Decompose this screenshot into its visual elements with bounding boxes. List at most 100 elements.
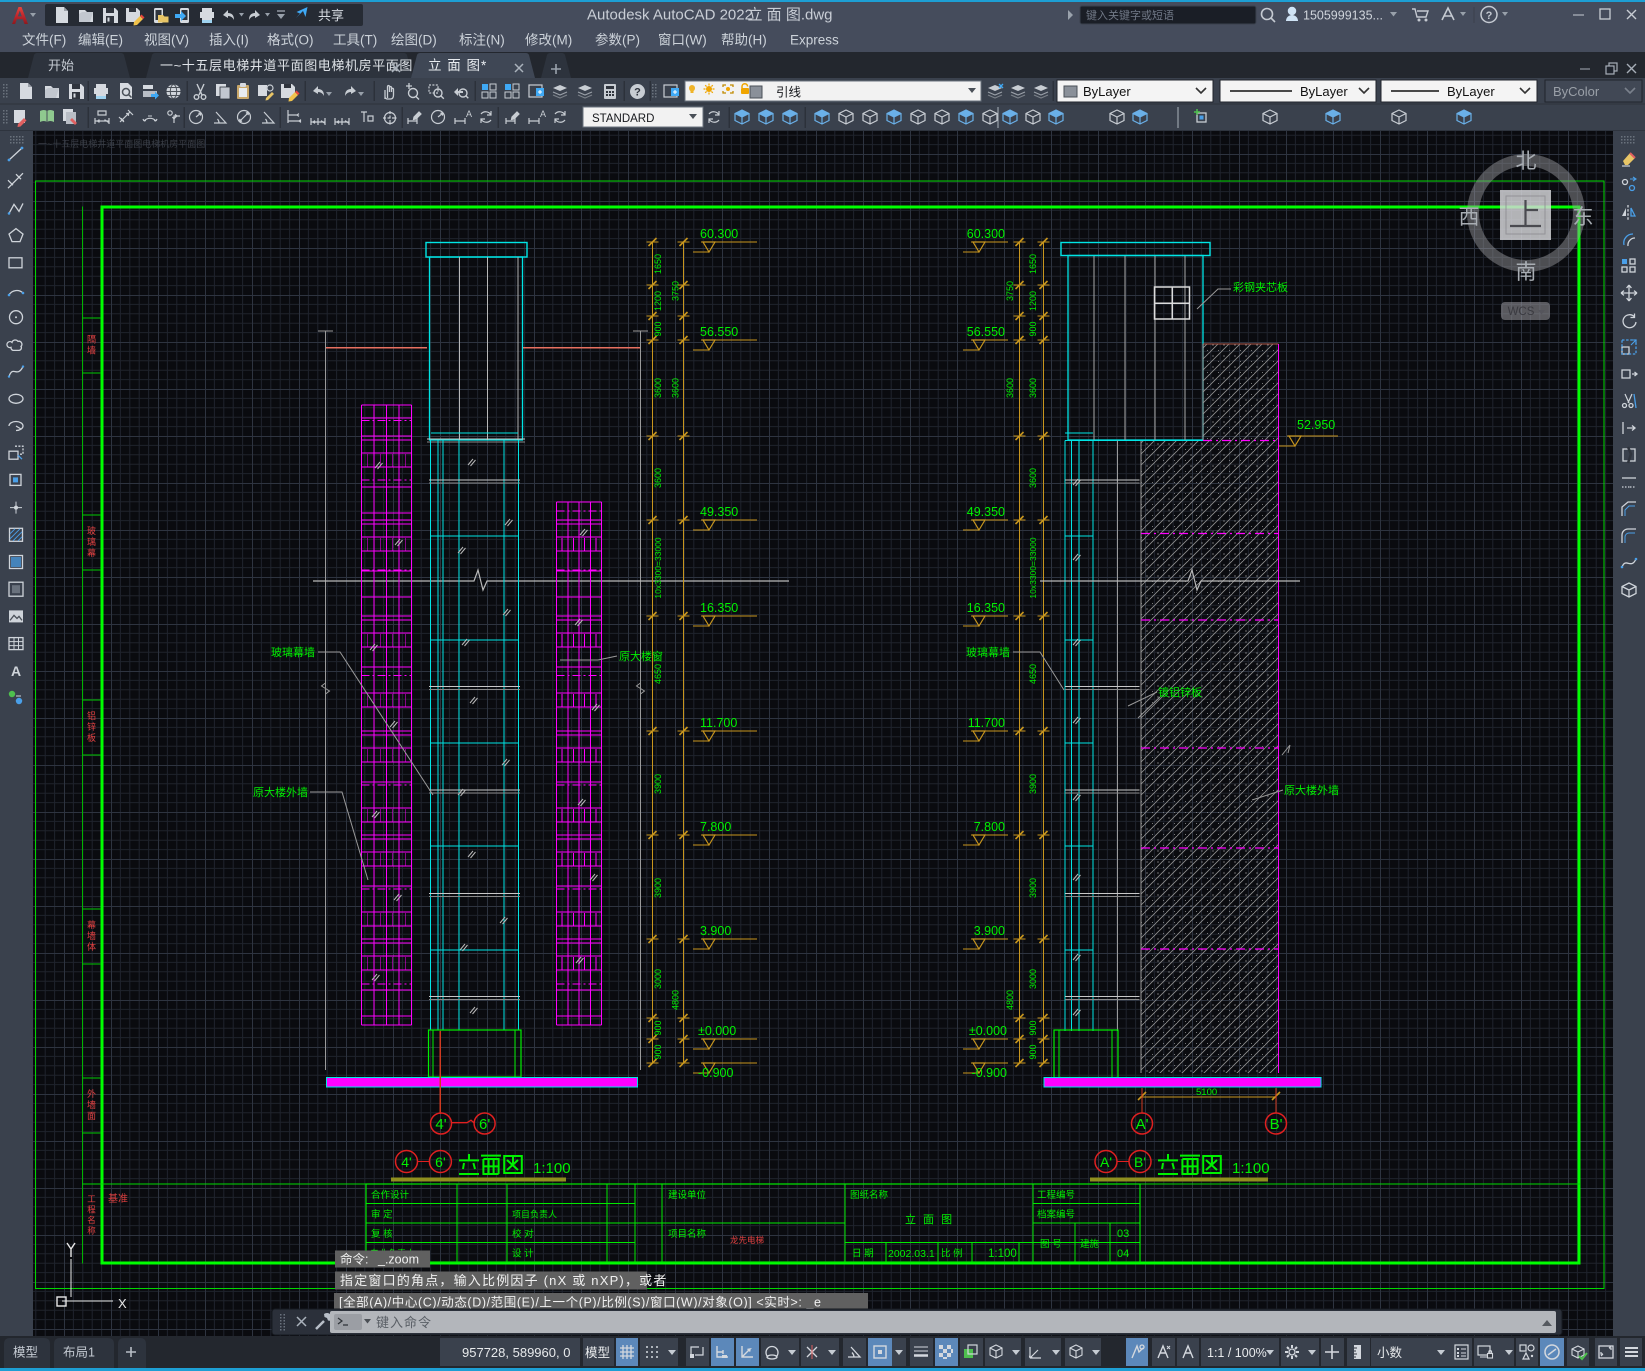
svg-text:3.900: 3.900 xyxy=(974,924,1005,938)
svg-text:B': B' xyxy=(1134,1154,1146,1170)
svg-text:面: 面 xyxy=(87,1111,96,1121)
svg-text:编辑(E): 编辑(E) xyxy=(78,33,123,48)
svg-text:日 期: 日 期 xyxy=(852,1249,874,1260)
svg-text:原大楼窗: 原大楼窗 xyxy=(619,649,663,663)
svg-text:A': A' xyxy=(1100,1154,1112,1170)
svg-text:957728, 589960, 0: 957728, 589960, 0 xyxy=(462,1345,570,1360)
svg-text:称: 称 xyxy=(87,1226,96,1236)
svg-text:璃: 璃 xyxy=(87,536,96,547)
svg-text:铝: 铝 xyxy=(87,710,96,721)
svg-text:10x3300=33000: 10x3300=33000 xyxy=(653,537,663,598)
svg-text:2002.03.1: 2002.03.1 xyxy=(888,1248,935,1260)
svg-text:3600: 3600 xyxy=(1028,468,1038,488)
svg-text:键入命令: 键入命令 xyxy=(376,1315,432,1330)
svg-text:引线: 引线 xyxy=(776,86,802,100)
svg-text:插入(I): 插入(I) xyxy=(209,33,249,48)
svg-text:16.350: 16.350 xyxy=(700,601,738,615)
svg-text:墙: 墙 xyxy=(87,345,96,356)
svg-text:命令:: 命令: xyxy=(340,1252,368,1267)
svg-text:11.700: 11.700 xyxy=(700,716,737,730)
svg-text:3600: 3600 xyxy=(653,468,663,488)
svg-text:Autodesk AutoCAD 2022: Autodesk AutoCAD 2022 xyxy=(587,7,753,24)
svg-text:[全部(A)/中心(C)/动态(D)/范围(E)/上一个(P: [全部(A)/中心(C)/动态(D)/范围(E)/上一个(P)/比例(S)/窗口… xyxy=(339,1295,822,1310)
svg-text:4800: 4800 xyxy=(1005,990,1015,1010)
svg-text:1:100: 1:100 xyxy=(1232,1160,1270,1177)
svg-text:设 计: 设 计 xyxy=(512,1248,534,1260)
svg-text:3900: 3900 xyxy=(653,878,663,898)
svg-text:49.350: 49.350 xyxy=(967,505,1005,519)
svg-text:格式(O): 格式(O) xyxy=(267,33,314,48)
svg-text:4650: 4650 xyxy=(1028,664,1038,684)
svg-text:玻璃幕墙: 玻璃幕墙 xyxy=(271,645,315,659)
svg-text:南: 南 xyxy=(1516,261,1537,284)
svg-text:11.700: 11.700 xyxy=(968,716,1005,730)
svg-text:帮助(H): 帮助(H) xyxy=(721,33,767,48)
svg-text:A: A xyxy=(540,109,546,119)
svg-text:10x3300=33000: 10x3300=33000 xyxy=(1028,537,1038,598)
svg-text:墙: 墙 xyxy=(87,1099,96,1110)
svg-text:建施: 建施 xyxy=(1080,1238,1100,1250)
svg-text:校 对: 校 对 xyxy=(512,1228,534,1240)
svg-text:STANDARD: STANDARD xyxy=(592,113,654,125)
svg-text:参数(P): 参数(P) xyxy=(595,32,640,48)
svg-text:ByLayer: ByLayer xyxy=(1083,84,1131,99)
svg-text:复 核: 复 核 xyxy=(371,1228,393,1240)
svg-text:原大楼外墙: 原大楼外墙 xyxy=(253,785,308,799)
svg-text:玻璃幕墙: 玻璃幕墙 xyxy=(966,645,1010,659)
svg-text:4800: 4800 xyxy=(671,990,681,1010)
svg-text:龙先电梯: 龙先电梯 xyxy=(730,1235,765,1245)
svg-text:A': A' xyxy=(1136,1116,1149,1133)
svg-text:模型: 模型 xyxy=(13,1346,38,1360)
svg-text:文件(F): 文件(F) xyxy=(22,33,66,48)
svg-text:工: 工 xyxy=(87,1194,96,1204)
svg-text:玻: 玻 xyxy=(87,525,96,536)
svg-text:修改(M): 修改(M) xyxy=(525,33,572,48)
svg-text:板: 板 xyxy=(87,732,96,743)
svg-text:程: 程 xyxy=(87,1205,96,1215)
svg-text:1650: 1650 xyxy=(1028,254,1038,274)
svg-text:5100: 5100 xyxy=(1196,1087,1217,1098)
svg-text:3600: 3600 xyxy=(653,378,663,398)
svg-text:±0.000: ±0.000 xyxy=(698,1024,736,1038)
svg-text:北: 北 xyxy=(1516,150,1537,173)
svg-text:-0.900: -0.900 xyxy=(698,1066,733,1080)
svg-text:立 面 图.dwg: 立 面 图.dwg xyxy=(747,7,832,24)
svg-text:03: 03 xyxy=(1117,1228,1129,1240)
svg-text:3750: 3750 xyxy=(671,281,681,301)
svg-text:体: 体 xyxy=(87,941,96,952)
svg-text:60.300: 60.300 xyxy=(700,227,738,241)
svg-text:X: X xyxy=(118,1296,127,1311)
svg-text:开始: 开始 xyxy=(48,58,74,73)
svg-text:Express: Express xyxy=(790,33,839,48)
svg-text:_.zoom: _.zoom xyxy=(377,1253,419,1267)
svg-text:标注(N): 标注(N) xyxy=(459,33,505,48)
svg-text:6': 6' xyxy=(435,1154,445,1170)
svg-text:7.800: 7.800 xyxy=(700,820,731,834)
svg-text:镀铝锌板: 镀铝锌板 xyxy=(1158,685,1202,699)
svg-text:1:100: 1:100 xyxy=(533,1160,571,1177)
svg-text:3600: 3600 xyxy=(671,378,681,398)
svg-text:900: 900 xyxy=(653,321,663,336)
svg-text:合作设计: 合作设计 xyxy=(371,1189,410,1201)
svg-text:1:100: 1:100 xyxy=(988,1248,1017,1260)
svg-text:3000: 3000 xyxy=(653,969,663,989)
svg-text:±0.000: ±0.000 xyxy=(969,1024,1007,1038)
svg-text:3600: 3600 xyxy=(1028,378,1038,398)
svg-text:3000: 3000 xyxy=(1028,969,1038,989)
svg-text:视图(V): 视图(V) xyxy=(144,33,189,48)
svg-text:56.550: 56.550 xyxy=(967,325,1005,339)
svg-text:模型: 模型 xyxy=(585,1346,610,1360)
svg-text:49.350: 49.350 xyxy=(700,505,738,519)
svg-text:3600: 3600 xyxy=(1005,378,1015,398)
svg-text:3900: 3900 xyxy=(653,774,663,794)
svg-text:东: 东 xyxy=(1573,206,1594,229)
svg-text:隔: 隔 xyxy=(87,335,96,345)
svg-text:52.950: 52.950 xyxy=(1297,418,1335,432)
svg-text:ByColor: ByColor xyxy=(1553,84,1600,99)
svg-text:布局1: 布局1 xyxy=(63,1346,95,1360)
svg-text:7.800: 7.800 xyxy=(974,820,1005,834)
svg-text:名: 名 xyxy=(87,1215,96,1225)
svg-text:1200: 1200 xyxy=(1028,291,1038,311)
svg-text:60.300: 60.300 xyxy=(967,227,1005,241)
svg-text:4650: 4650 xyxy=(653,664,663,684)
